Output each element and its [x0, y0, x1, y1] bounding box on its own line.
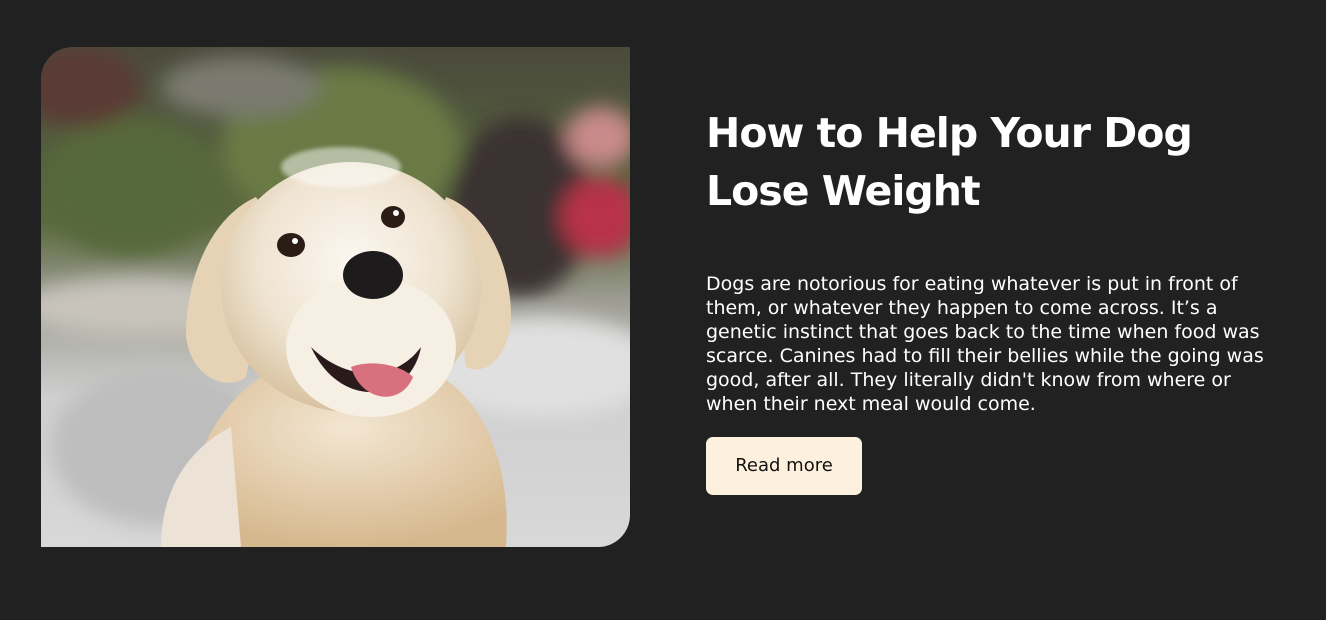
article-title: How to Help Your Dog Lose Weight [706, 109, 1193, 215]
article-description: Dogs are notorious for eating whatever i… [706, 273, 1264, 415]
article-image [41, 47, 630, 547]
read-more-button[interactable]: Read more [706, 437, 862, 495]
dog-photo [41, 47, 630, 547]
article-content: How to Help Your Dog Lose Weight Dogs ar… [706, 104, 1281, 495]
